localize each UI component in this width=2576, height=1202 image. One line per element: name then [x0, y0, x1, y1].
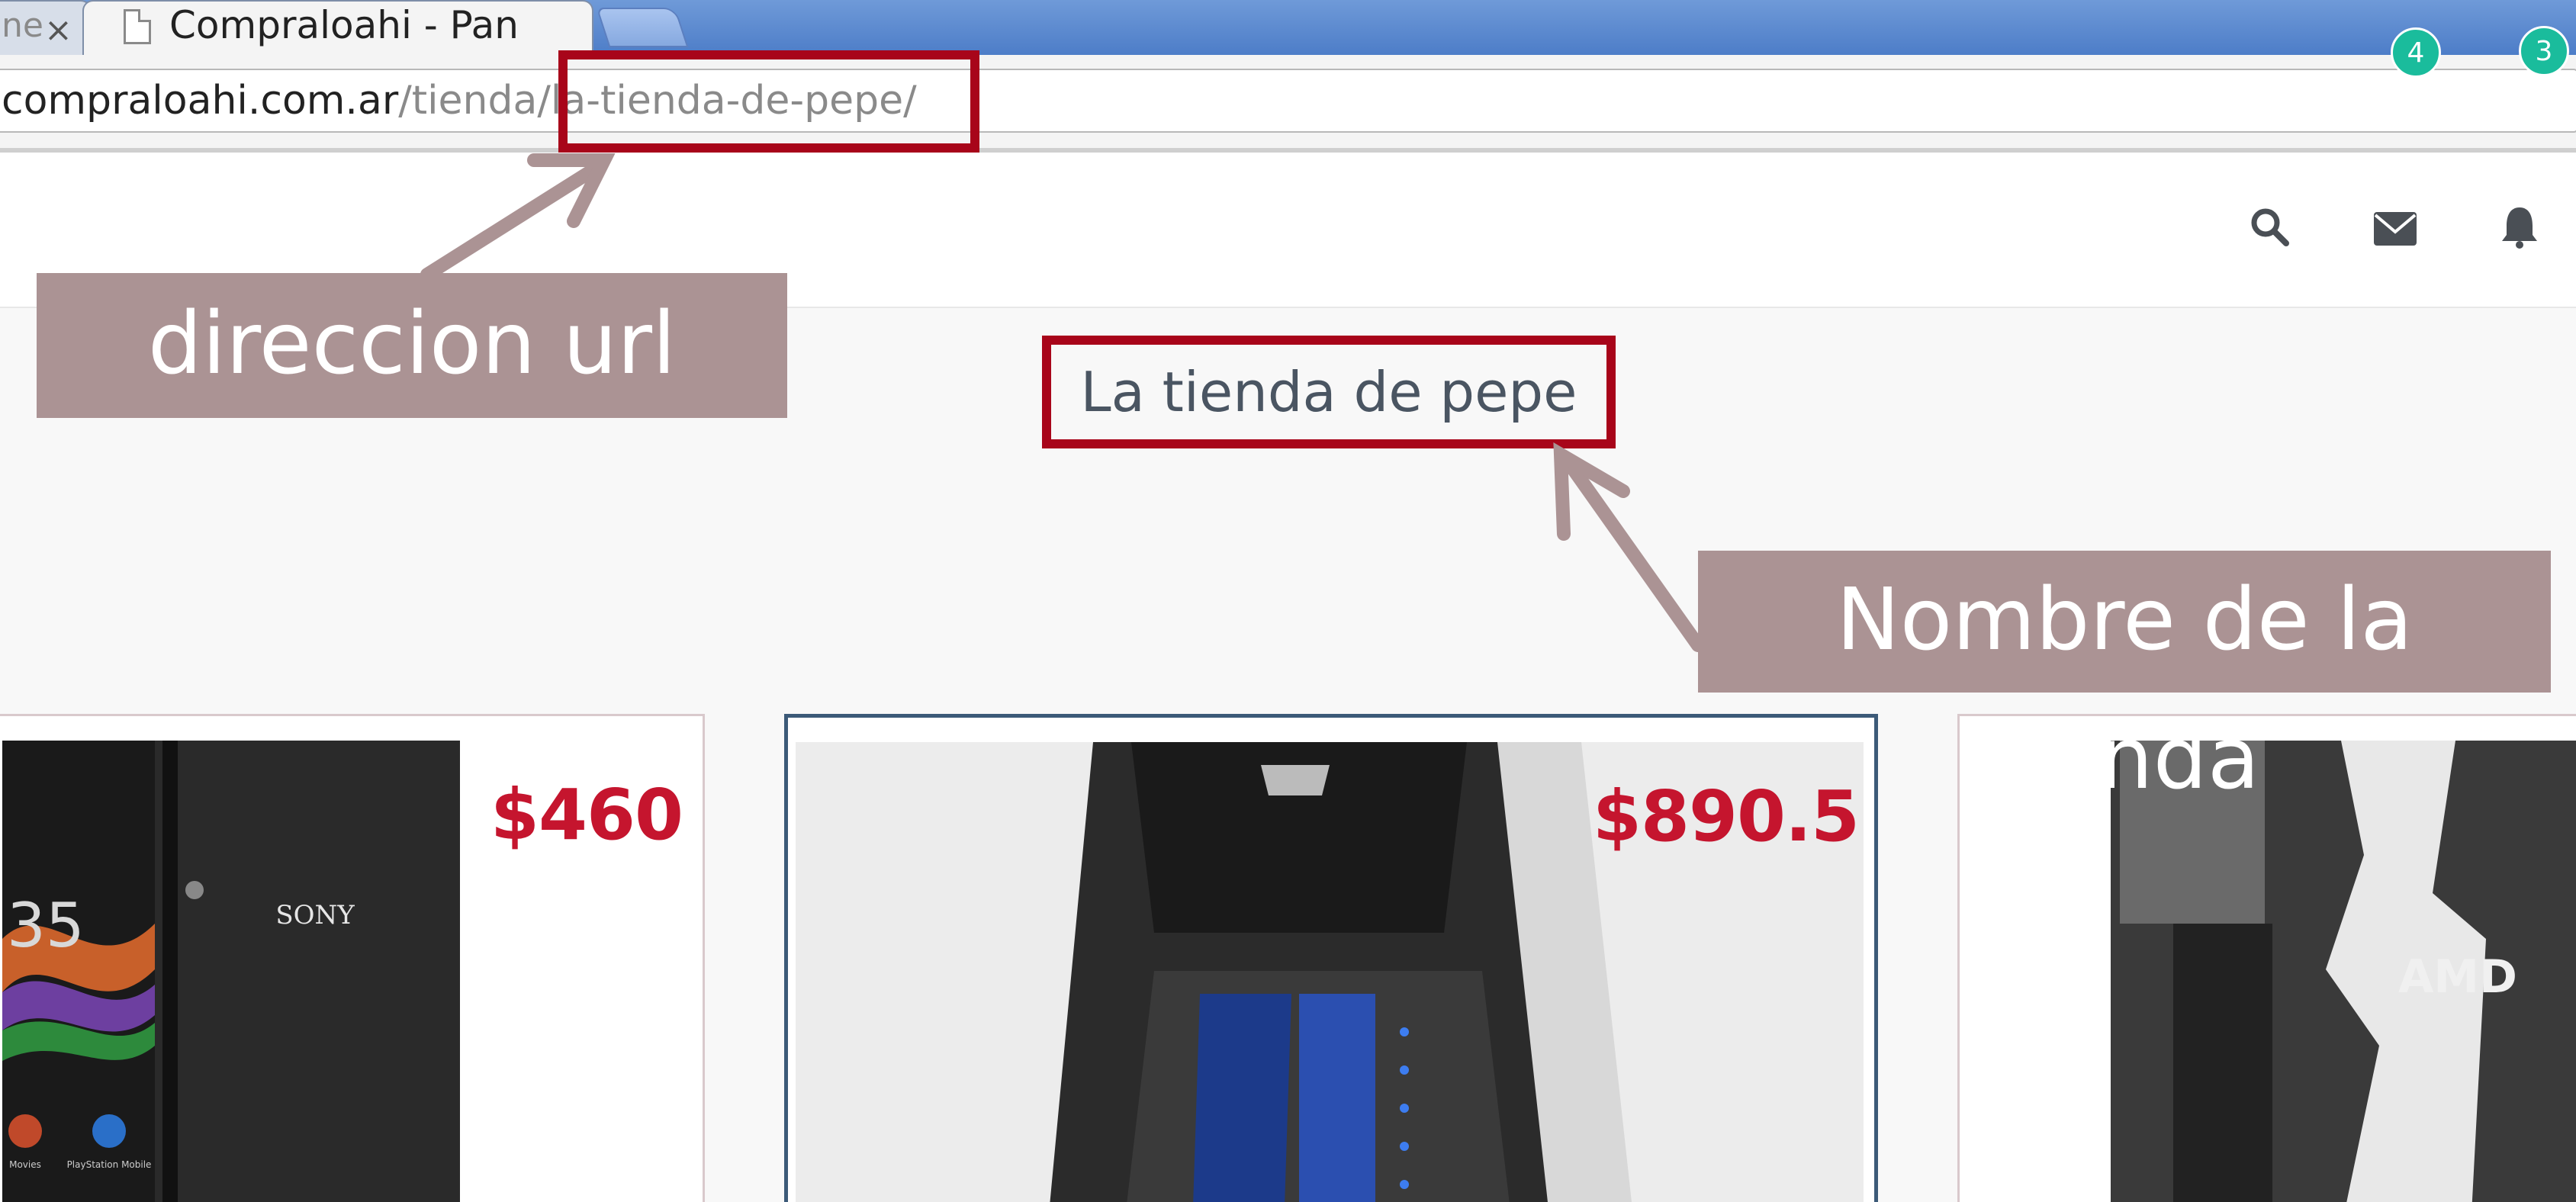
tab-previous-title: ne [2, 6, 43, 45]
url-input[interactable]: compraloahi.com.ar/tienda/la-tienda-de-p… [0, 69, 2576, 133]
tab-active-title: Compraloahi - Pane [169, 3, 520, 47]
svg-text:35: 35 [7, 890, 85, 961]
notifications-count-badge: 3 [2519, 26, 2569, 76]
phone-brand-logo: SONY [275, 900, 355, 930]
phone-app-label: Movies [9, 1159, 41, 1170]
tab-previous[interactable]: ne × [0, 0, 92, 55]
store-title-highlight: La tienda de pepe [1042, 336, 1616, 448]
phone-app-label: PlayStation Mobile [67, 1159, 152, 1170]
address-bar-area: compraloahi.com.ar/tienda/la-tienda-de-p… [0, 55, 2576, 153]
mail-count-badge: 4 [2391, 27, 2441, 78]
new-tab-button[interactable] [596, 8, 689, 47]
close-icon[interactable]: × [44, 8, 72, 53]
annotation-url-label: direccion url [37, 273, 787, 418]
annotation-store-label: Nombre de la tienda [1698, 551, 2551, 808]
url-host: compraloahi.com.ar [2, 78, 399, 124]
search-icon[interactable] [2249, 206, 2290, 247]
mail-icon[interactable] [2374, 212, 2417, 246]
product-price: $460 [490, 774, 683, 856]
product-card[interactable]: 35 SONY Movies PlayStation Mobile $460 [0, 714, 705, 1202]
browser-tab-strip: ne × Compraloahi - Pane × [0, 0, 2576, 55]
tab-active[interactable]: Compraloahi - Pane × [82, 0, 651, 55]
amd-logo: AMD [2398, 950, 2517, 1004]
url-highlight-box [558, 50, 979, 153]
product-card[interactable]: $890.5 [784, 714, 1878, 1202]
phone-product-image: 35 SONY Movies PlayStation Mobile [2, 741, 460, 1202]
url-path-tienda: /tienda [398, 78, 538, 124]
bell-icon[interactable] [2500, 206, 2539, 249]
product-price: $890.5 [1593, 776, 1860, 857]
store-title: La tienda de pepe [1080, 360, 1577, 424]
page-icon [124, 9, 151, 44]
